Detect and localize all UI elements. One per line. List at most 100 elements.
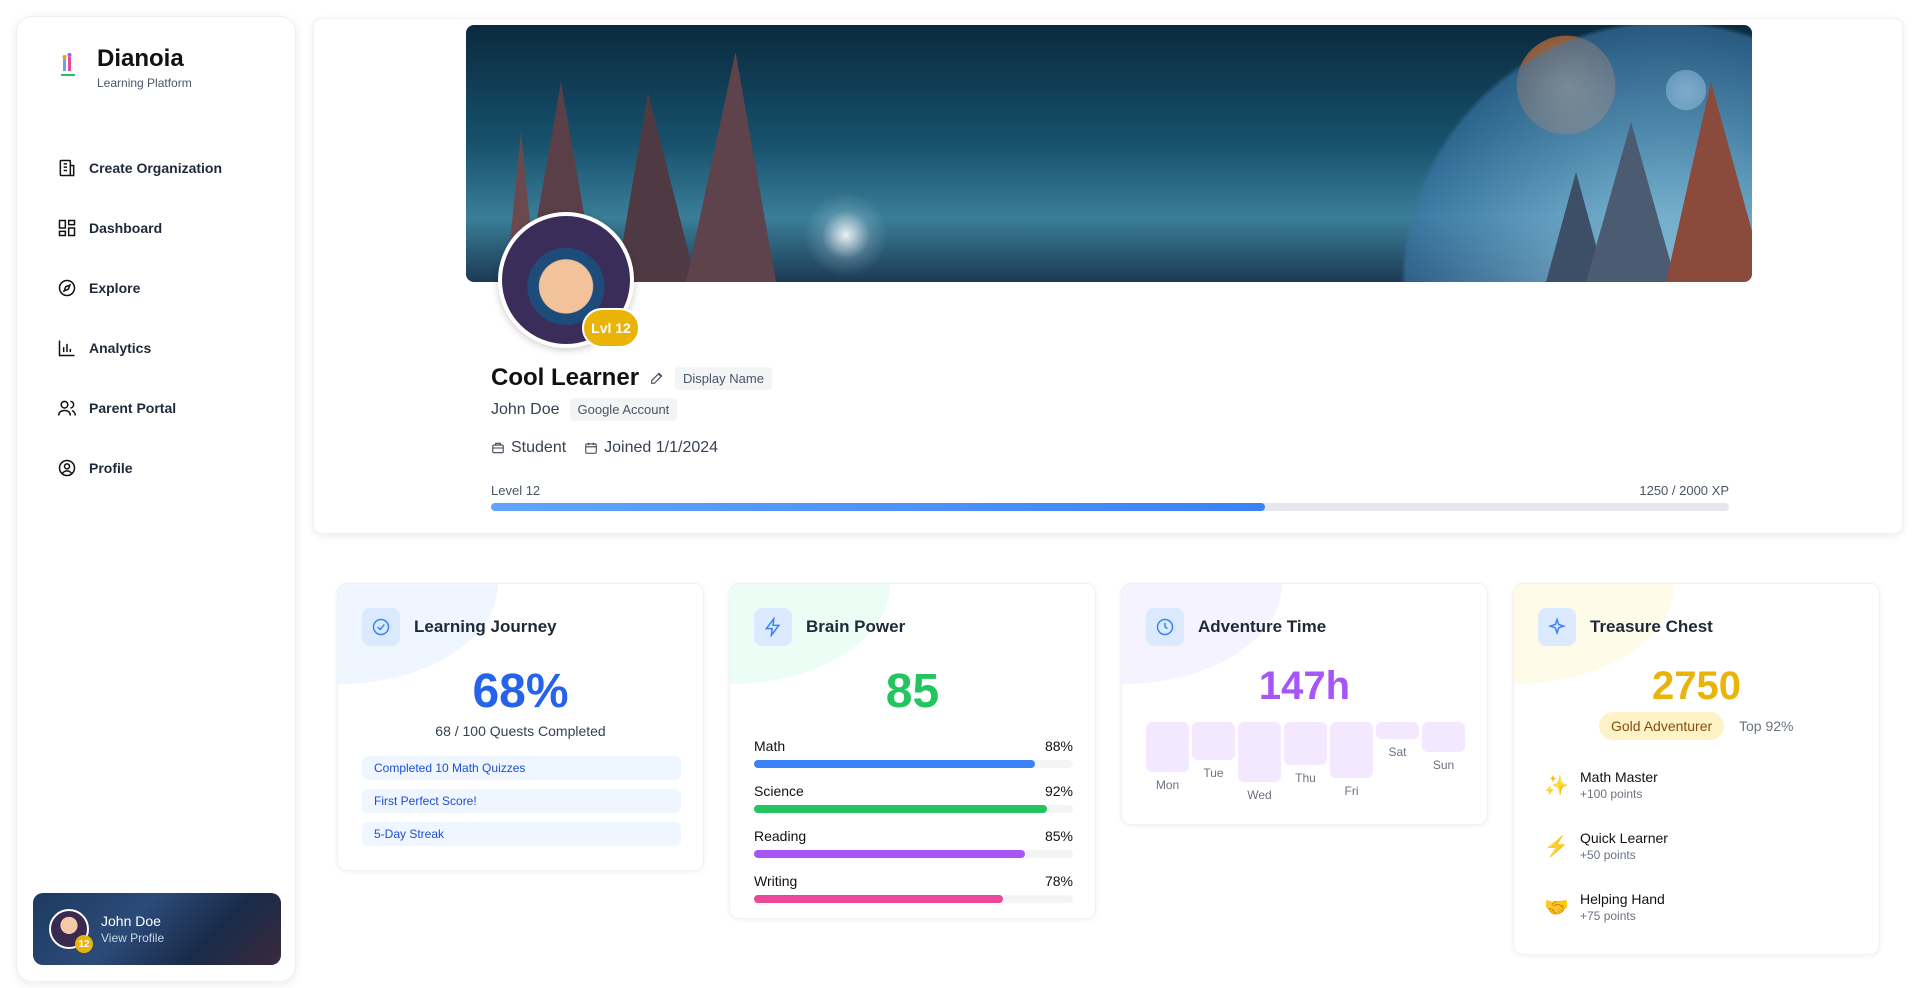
sidebar-item-parent-portal[interactable]: Parent Portal [57,393,222,423]
day-label: Sun [1432,758,1455,772]
skill-math: Math 88% [754,738,1073,768]
journey-percent: 68% [472,665,569,718]
learning-journey-card: Learning Journey 68% 68 / 100 Quests Com… [337,583,704,871]
day-activity-fri: Fri [1330,722,1373,798]
skill-name: Science [754,783,804,799]
skill-science: Science 92% [754,783,1073,813]
skill-name: Math [754,738,786,754]
card-title: Learning Journey [414,617,557,636]
skill-bar-fill [754,760,1035,768]
profile-header-card: Lvl 12 Cool Learner Display Name John Do… [313,18,1903,534]
day-bar [1192,722,1235,760]
achievement-item: First Perfect Score! [362,789,681,813]
day-bar [1146,722,1189,772]
role-text: Student [511,439,567,456]
sidebar-item-label: Create Organization [89,160,223,176]
sidebar-item-label: Profile [89,460,133,476]
user-name: John Doe [101,913,161,929]
view-profile-link[interactable]: View Profile [101,931,164,945]
adventure-hours: 147h [1258,664,1351,708]
reward-points: +100 points [1580,787,1643,801]
handshake-icon: 🤝 [1544,896,1569,919]
day-activity-tue: Tue [1192,722,1235,780]
google-account-tag: Google Account [569,398,678,421]
sidebar-item-analytics[interactable]: Analytics [57,333,222,363]
day-label: Sat [1388,745,1407,759]
brand[interactable]: Dianoia Learning Platform [57,45,192,90]
skill-bar-fill [754,850,1026,858]
skill-writing: Writing 78% [754,873,1073,903]
edit-pencil-icon[interactable] [649,370,665,386]
level-badge: Lvl 12 [582,308,640,348]
sidebar-item-profile[interactable]: Profile [57,453,222,483]
reward-points: +50 points [1580,848,1636,862]
real-name: John Doe [491,400,560,418]
level-label: Level 12 [491,483,541,498]
bar-chart-icon [58,340,75,357]
reward-points: +75 points [1580,909,1636,923]
day-label: Mon [1155,778,1180,792]
brand-logo-icon [57,52,79,83]
day-bar [1376,722,1419,739]
reward-name: Math Master [1580,769,1658,785]
sidebar-item-dashboard[interactable]: Dashboard [57,213,222,243]
day-activity-sun: Sun [1422,722,1465,772]
clock-icon [1156,618,1174,636]
level-badge: 12 [75,935,93,953]
achievement-item: Completed 10 Math Quizzes [362,756,681,780]
xp-progress-fill [491,503,1265,511]
reward-item: 🤝 Helping Hand +75 points [1544,891,1665,923]
compass-icon [58,279,76,297]
lightning-icon [764,617,781,637]
reward-name: Helping Hand [1580,891,1665,907]
user-profile-card[interactable]: 12 John Doe View Profile [33,893,281,965]
adventure-time-card: Adventure Time 147h Mon Tue Wed Thu Fri Sat Su… [1121,583,1488,825]
card-title: Adventure Time [1198,617,1327,636]
day-bar [1330,722,1373,778]
skill-reading: Reading 85% [754,828,1073,858]
display-name: Cool Learner [491,364,640,391]
treasure-chest-card: Treasure Chest 2750 Gold Adventurer Top … [1513,583,1880,955]
day-activity-thu: Thu [1284,722,1327,785]
achievement-item: 5-Day Streak [362,822,681,846]
sparkles-icon: ✨ [1544,774,1569,797]
sidebar-item-create-organization[interactable]: Create Organization [57,153,222,183]
lightning-icon: ⚡ [1544,835,1569,858]
sidebar-item-label: Parent Portal [89,400,177,416]
profile-banner-image [466,25,1752,282]
avatar: 12 [49,909,93,953]
sidebar-item-explore[interactable]: Explore [57,273,222,303]
brain-power-card: Brain Power 85 Math 88% Science 92% Readin… [729,583,1096,919]
sidebar: Dianoia Learning Platform Create Organiz… [16,16,296,982]
skill-name: Reading [754,828,807,844]
skill-name: Writing [754,873,798,889]
day-bar [1284,722,1327,765]
rank-badge: Gold Adventurer [1599,712,1725,740]
day-label: Thu [1295,771,1316,785]
user-circle-icon [58,459,76,477]
skill-value: 85% [1044,828,1073,844]
day-activity-mon: Mon [1146,722,1189,792]
sidebar-nav: Create Organization Dashboard Explore An… [57,153,222,513]
reward-item: ✨ Math Master +100 points [1544,769,1658,801]
brand-subtitle: Learning Platform [97,76,192,90]
dashboard-icon [58,219,76,237]
brand-name: Dianoia [97,45,184,72]
card-title: Brain Power [806,617,906,636]
sparkle-icon [1547,617,1567,636]
display-name-tag: Display Name [675,366,772,390]
day-bar [1238,722,1281,782]
sidebar-item-label: Explore [89,280,141,296]
skill-value: 92% [1044,783,1073,799]
calendar-icon [585,442,597,454]
day-label: Tue [1203,766,1224,780]
skill-bar-fill [754,895,1003,903]
users-icon [57,400,77,416]
sidebar-item-label: Analytics [89,340,152,356]
day-label: Fri [1344,784,1359,798]
reward-name: Quick Learner [1580,830,1668,846]
xp-text: 1250 / 2000 XP [1639,483,1729,498]
check-circle-icon [372,618,390,636]
skill-value: 78% [1044,873,1073,889]
day-label: Wed [1247,788,1272,802]
